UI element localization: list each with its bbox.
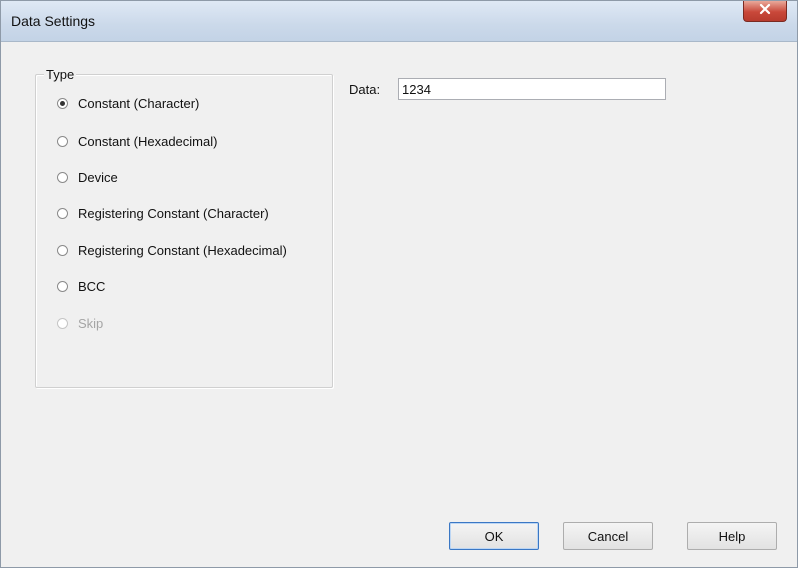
dialog-body: Type Constant (Character) Constant (Hexa… (9, 42, 790, 561)
radio-skip: Skip (57, 313, 103, 333)
radio-bcc[interactable]: BCC (57, 276, 105, 296)
radio-label: Device (78, 169, 118, 185)
radio-registering-constant-hexadecimal[interactable]: Registering Constant (Hexadecimal) (57, 240, 287, 260)
radio-button[interactable] (57, 135, 68, 147)
radio-label: BCC (78, 278, 106, 294)
radio-label: Skip (78, 315, 104, 331)
help-button[interactable]: Help (687, 522, 777, 550)
radio-button[interactable] (57, 280, 68, 292)
ok-button[interactable]: OK (449, 522, 539, 550)
data-label: Data: (349, 82, 381, 97)
window-title: Data Settings (11, 13, 96, 29)
radio-button (57, 317, 68, 329)
radio-label: Constant (Hexadecimal) (78, 133, 218, 149)
radio-button[interactable] (57, 244, 68, 256)
radio-button[interactable] (57, 207, 68, 219)
data-input[interactable] (398, 78, 666, 100)
close-icon (759, 2, 771, 20)
radio-button[interactable] (57, 97, 68, 109)
radio-label: Registering Constant (Character) (78, 205, 269, 221)
radio-registering-constant-character[interactable]: Registering Constant (Character) (57, 203, 269, 223)
radio-button[interactable] (57, 171, 68, 183)
type-groupbox (35, 74, 333, 388)
radio-label: Registering Constant (Hexadecimal) (78, 242, 287, 258)
radio-constant-character[interactable]: Constant (Character) (57, 93, 199, 113)
cancel-button[interactable]: Cancel (563, 522, 653, 550)
radio-constant-hexadecimal[interactable]: Constant (Hexadecimal) (57, 131, 217, 151)
type-group-label: Type (44, 67, 77, 82)
radio-device[interactable]: Device (57, 167, 118, 187)
dialog-window: Data Settings Type Constant (Character) … (0, 0, 798, 568)
radio-label: Constant (Character) (78, 95, 200, 111)
title-bar: Data Settings (1, 1, 797, 42)
close-button[interactable] (743, 1, 787, 22)
